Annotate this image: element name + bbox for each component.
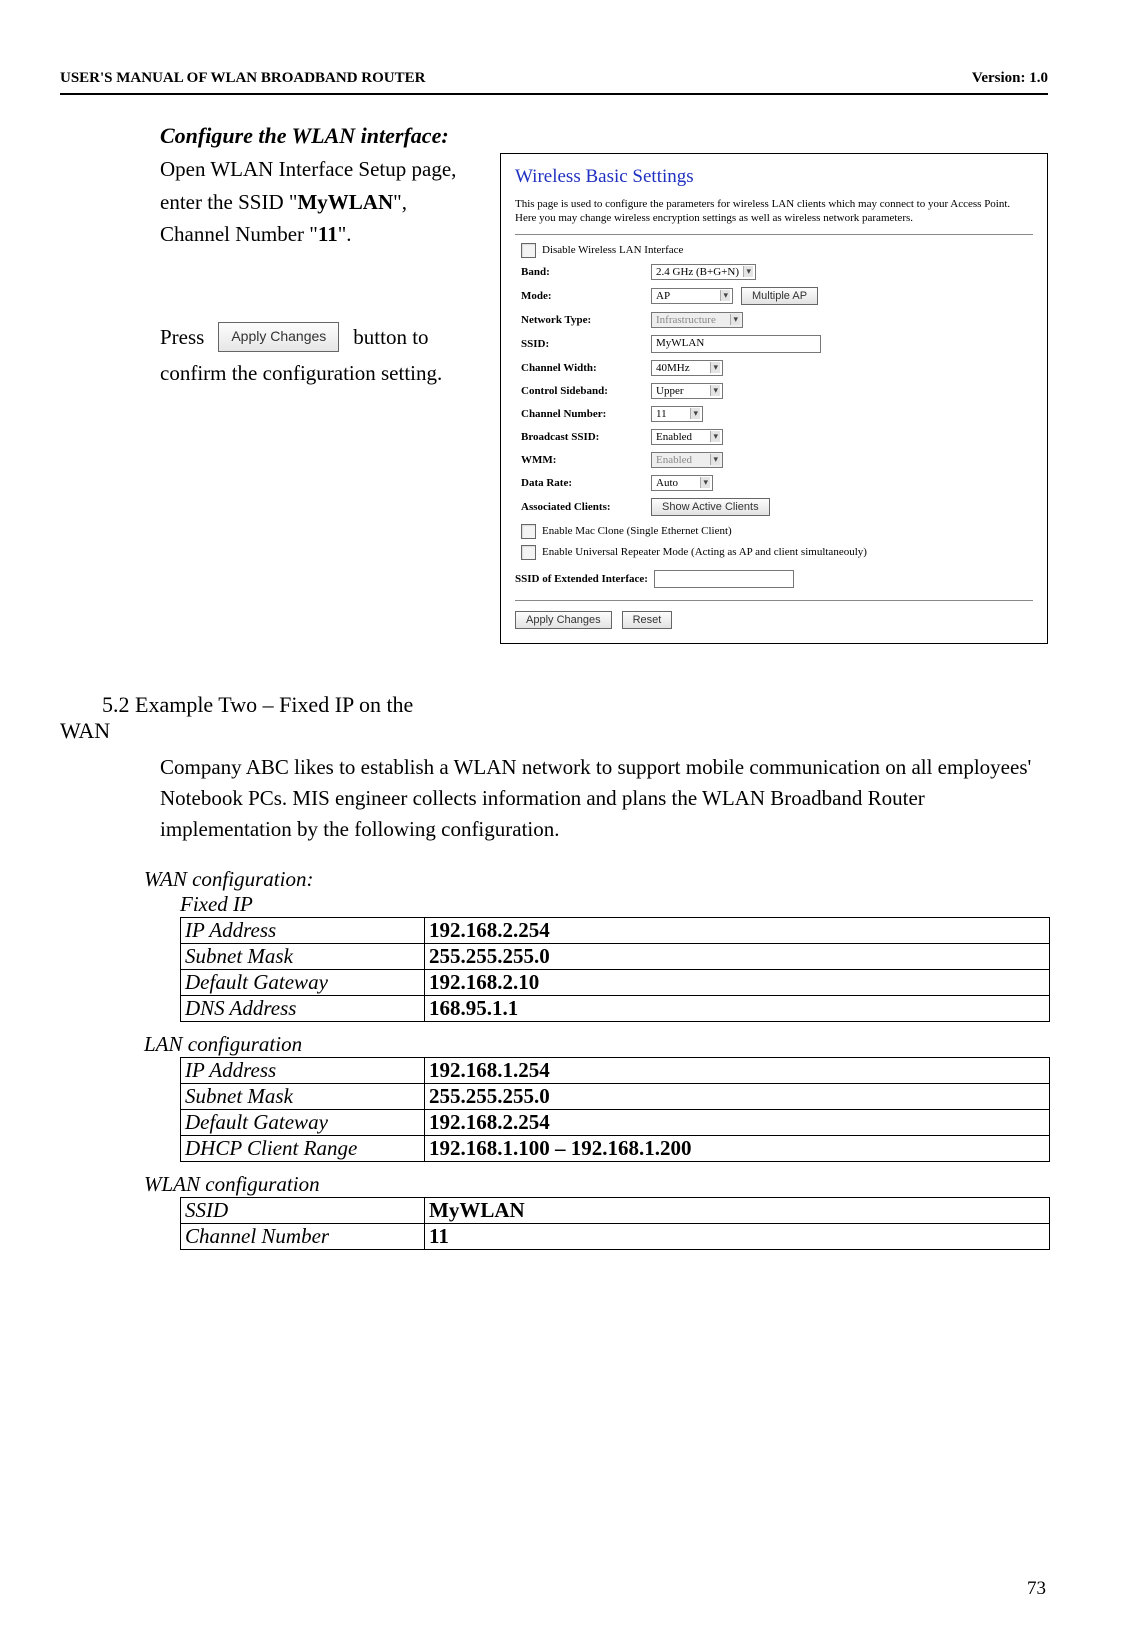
disable-wlan-label: Disable Wireless LAN Interface <box>542 244 683 256</box>
table-row: Default Gateway192.168.2.10 <box>181 969 1050 995</box>
control-sideband-label: Control Sideband: <box>521 385 651 397</box>
mode-label: Mode: <box>521 290 651 302</box>
page-header: USER'S MANUAL OF WLAN BROADBAND ROUTER V… <box>60 70 1048 87</box>
control-sideband-dropdown[interactable]: Upper <box>651 383 723 399</box>
press-line: Press Apply Changes button to <box>160 321 480 354</box>
network-type-dropdown: Infrastructure <box>651 312 743 328</box>
mode-dropdown[interactable]: AP <box>651 288 733 304</box>
multiple-ap-button[interactable]: Multiple AP <box>741 287 818 305</box>
disable-wlan-checkbox[interactable] <box>521 243 536 258</box>
table-row: Default Gateway192.168.2.254 <box>181 1109 1050 1135</box>
broadcast-ssid-dropdown[interactable]: Enabled <box>651 429 723 445</box>
panel-reset-button[interactable]: Reset <box>622 611 673 629</box>
page-number: 73 <box>1027 1578 1046 1600</box>
table-row: IP Address192.168.1.254 <box>181 1057 1050 1083</box>
ssid-extended-label: SSID of Extended Interface: <box>515 573 648 585</box>
example-two-heading: 5.2 Example Two – Fixed IP on the <box>102 692 1048 718</box>
band-dropdown[interactable]: 2.4 GHz (B+G+N) <box>651 264 756 280</box>
wan-config-title: WAN configuration: <box>144 867 1048 892</box>
lan-config-table: IP Address192.168.1.254 Subnet Mask255.2… <box>180 1057 1050 1162</box>
apply-changes-button-inline[interactable]: Apply Changes <box>218 322 339 353</box>
table-row: SSIDMyWLAN <box>181 1197 1050 1223</box>
panel-apply-changes-button[interactable]: Apply Changes <box>515 611 612 629</box>
wmm-dropdown: Enabled <box>651 452 723 468</box>
table-row: DHCP Client Range192.168.1.100 – 192.168… <box>181 1135 1050 1161</box>
data-rate-dropdown[interactable]: Auto <box>651 475 713 491</box>
wmm-label: WMM: <box>521 454 651 466</box>
table-row: Channel Number11 <box>181 1223 1050 1249</box>
show-active-clients-button[interactable]: Show Active Clients <box>651 498 770 516</box>
universal-repeater-checkbox[interactable] <box>521 545 536 560</box>
ssid-label: SSID: <box>521 338 651 350</box>
panel-title: Wireless Basic Settings <box>515 166 1033 188</box>
broadcast-ssid-label: Broadcast SSID: <box>521 431 651 443</box>
disable-wlan-row: Disable Wireless LAN Interface <box>521 243 1033 258</box>
confirm-line: confirm the configuration setting. <box>160 357 480 390</box>
panel-description: This page is used to configure the param… <box>515 198 1033 226</box>
table-row: IP Address192.168.2.254 <box>181 917 1050 943</box>
example-two-heading-cont: WAN <box>60 718 1048 744</box>
universal-repeater-label: Enable Universal Repeater Mode (Acting a… <box>542 546 867 558</box>
lan-config-title: LAN configuration <box>144 1032 1048 1057</box>
config-wlan-paragraph: Open WLAN Interface Setup page, enter th… <box>160 153 480 251</box>
channel-number-label: Channel Number: <box>521 408 651 420</box>
header-right: Version: 1.0 <box>972 70 1048 87</box>
example-two-body: Company ABC likes to establish a WLAN ne… <box>160 752 1048 845</box>
fixed-ip-subtitle: Fixed IP <box>180 892 1048 917</box>
ssid-input[interactable]: MyWLAN <box>651 335 821 353</box>
mac-clone-label: Enable Mac Clone (Single Ethernet Client… <box>542 525 732 537</box>
band-label: Band: <box>521 266 651 278</box>
channel-width-dropdown[interactable]: 40MHz <box>651 360 723 376</box>
press-word: Press <box>160 321 204 354</box>
wireless-settings-panel: Wireless Basic Settings This page is use… <box>500 153 1048 644</box>
press-after: button to <box>353 321 428 354</box>
table-row: Subnet Mask255.255.255.0 <box>181 943 1050 969</box>
mac-clone-checkbox[interactable] <box>521 524 536 539</box>
table-row: Subnet Mask255.255.255.0 <box>181 1083 1050 1109</box>
table-row: DNS Address168.95.1.1 <box>181 995 1050 1021</box>
header-rule <box>60 93 1048 95</box>
ssid-extended-input[interactable] <box>654 570 794 588</box>
configure-wlan-title: Configure the WLAN interface: <box>160 123 1048 149</box>
wlan-config-table: SSIDMyWLAN Channel Number11 <box>180 1197 1050 1250</box>
channel-width-label: Channel Width: <box>521 362 651 374</box>
channel-number-dropdown[interactable]: 11 <box>651 406 703 422</box>
data-rate-label: Data Rate: <box>521 477 651 489</box>
network-type-label: Network Type: <box>521 314 651 326</box>
header-left: USER'S MANUAL OF WLAN BROADBAND ROUTER <box>60 70 425 87</box>
wan-config-table: IP Address192.168.2.254 Subnet Mask255.2… <box>180 917 1050 1022</box>
associated-clients-label: Associated Clients: <box>521 501 651 513</box>
wlan-config-title: WLAN configuration <box>144 1172 1048 1197</box>
